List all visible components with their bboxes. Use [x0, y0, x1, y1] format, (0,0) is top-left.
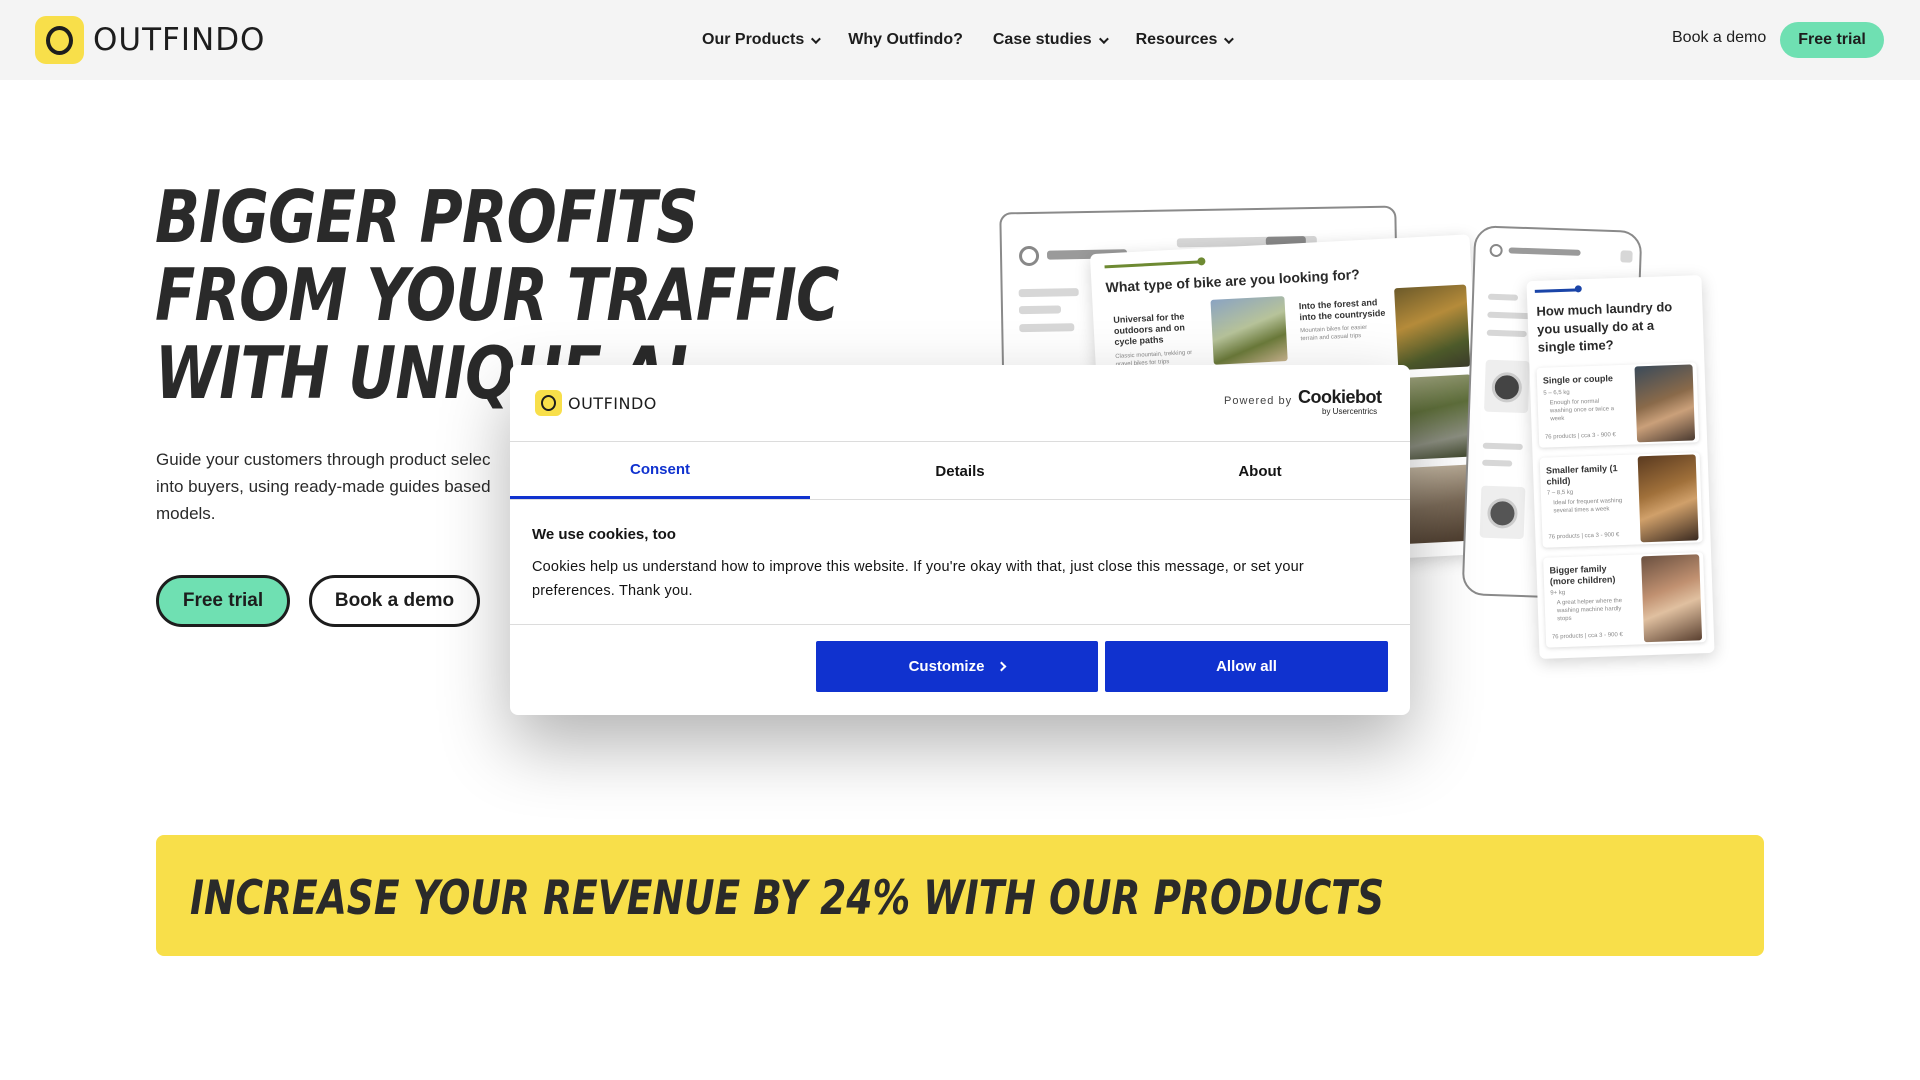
- road-photo: [1398, 374, 1475, 461]
- laundry-option-title: Bigger family (more children): [1549, 563, 1616, 587]
- forest-photo: [1394, 284, 1471, 371]
- laundry-option-meta: 9+ kg: [1550, 590, 1566, 597]
- washing-machine-icon: [1479, 485, 1526, 540]
- menu-case-studies[interactable]: Case studies: [992, 31, 1109, 49]
- powered-by-label: Powered by: [1224, 395, 1293, 407]
- chevron-down-icon: [1224, 33, 1235, 44]
- chevron-down-icon: [811, 33, 822, 44]
- couple-photo: [1634, 364, 1696, 443]
- hero-book-demo-button[interactable]: Book a demo: [309, 575, 480, 627]
- hero-free-trial-button[interactable]: Free trial: [156, 575, 290, 627]
- laundry-option: Smaller family (1 child) 7 – 8,5 kg Idea…: [1539, 452, 1703, 548]
- outfindo-logo[interactable]: OUTFINDO: [35, 16, 265, 64]
- logo-mark-icon: [35, 16, 84, 64]
- top-nav: OUTFINDO Our Products Why Outfindo? Case…: [0, 0, 1920, 80]
- menu-why-outfindo[interactable]: Why Outfindo?: [848, 31, 963, 49]
- dialog-tabs: Consent Details About: [510, 442, 1410, 500]
- laundry-option-footer: 76 products | cca 3 - 900 €: [1548, 532, 1620, 541]
- laundry-option-footer: 76 products | cca 3 - 900 €: [1551, 632, 1623, 641]
- dialog-body-text: Cookies help us understand how to improv…: [532, 559, 1304, 599]
- menu-label: Our Products: [702, 31, 805, 48]
- bike-option-desc: Mountain bikes for easier terrain and ca…: [1300, 324, 1368, 343]
- washing-machine-icon: [1484, 359, 1530, 414]
- laundry-question-card: How much laundry do you usually do at a …: [1526, 275, 1715, 659]
- laundry-option: Single or couple 5 – 6,5 kg Enough for n…: [1536, 362, 1700, 448]
- bike-option-title: Into the forest and into the countryside: [1298, 297, 1386, 323]
- dialog-logo-text: OUTFINDO: [568, 393, 657, 413]
- logo-mark-icon: [535, 390, 562, 416]
- cookiebot-brand[interactable]: Cookiebot: [1298, 387, 1382, 408]
- laundry-option-desc: Ideal for frequent washing several times…: [1553, 497, 1623, 515]
- tab-consent[interactable]: Consent: [510, 442, 810, 499]
- dialog-header: OUTFINDO Powered by Cookiebot by Usercen…: [510, 365, 1410, 442]
- laundry-option-footer: 76 products | cca 3 - 900 €: [1544, 432, 1616, 441]
- customize-label: Customize: [908, 658, 985, 675]
- bike-option-title: Universal for the outdoors and on cycle …: [1113, 311, 1186, 347]
- hero-title-line: FROM YOUR TRAFFIC: [155, 253, 839, 337]
- radio-icon: [1489, 243, 1503, 258]
- big-family-photo: [1641, 554, 1703, 643]
- radio-icon: [1018, 245, 1040, 267]
- allow-all-button[interactable]: Allow all: [1105, 641, 1388, 692]
- laundry-option-meta: 5 – 6,5 kg: [1543, 389, 1570, 397]
- dialog-divider: [510, 624, 1410, 625]
- menu-label: Why Outfindo?: [848, 31, 963, 48]
- nav-book-demo-link[interactable]: Book a demo: [1672, 29, 1766, 47]
- cookie-consent-dialog: OUTFINDO Powered by Cookiebot by Usercen…: [510, 365, 1410, 715]
- dialog-title: We use cookies, too: [532, 526, 676, 543]
- small-family-photo: [1637, 454, 1699, 543]
- bike-question: What type of bike are you looking for?: [1105, 266, 1361, 296]
- banner-heading: INCREASE YOUR REVENUE BY 24% WITH OUR PR…: [190, 871, 1385, 926]
- tab-details[interactable]: Details: [810, 442, 1110, 500]
- logo-text: OUTFINDO: [93, 22, 266, 58]
- nav-free-trial-button[interactable]: Free trial: [1780, 22, 1884, 58]
- laundry-question: How much laundry do you usually do at a …: [1536, 299, 1673, 355]
- cookiebot-brand-sub: by Usercentrics: [1322, 407, 1378, 416]
- laundry-option-title: Smaller family (1 child): [1545, 463, 1618, 487]
- menu-resources[interactable]: Resources: [1135, 31, 1235, 49]
- menu-label: Resources: [1135, 31, 1218, 48]
- main-menu: Our Products Why Outfindo? Case studies …: [702, 0, 1261, 80]
- menu-label: Case studies: [992, 31, 1092, 48]
- hero-title-line: BIGGER PROFITS: [155, 175, 699, 259]
- laundry-option-desc: A great helper where the washing machine…: [1556, 598, 1623, 623]
- revenue-banner: INCREASE YOUR REVENUE BY 24% WITH OUR PR…: [156, 835, 1764, 956]
- laundry-option-meta: 7 – 8,5 kg: [1546, 489, 1574, 497]
- menu-our-products[interactable]: Our Products: [702, 31, 822, 49]
- bike-photo: [1210, 296, 1288, 365]
- laundry-option: Bigger family (more children) 9+ kg A gr…: [1543, 552, 1707, 648]
- laundry-option-title: Single or couple: [1542, 373, 1614, 386]
- chevron-right-icon: [996, 661, 1007, 672]
- laundry-option-desc: Enough for normal washing once or twice …: [1549, 398, 1615, 423]
- tab-about[interactable]: About: [1110, 442, 1410, 500]
- customize-button[interactable]: Customize: [816, 641, 1098, 692]
- chevron-down-icon: [1098, 33, 1109, 44]
- dialog-logo: OUTFINDO: [535, 390, 657, 416]
